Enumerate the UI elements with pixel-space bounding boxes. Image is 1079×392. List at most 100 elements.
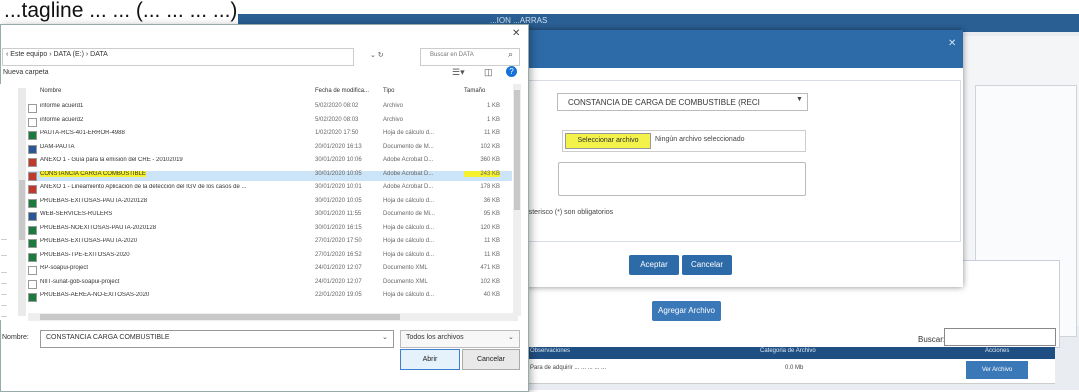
file-row[interactable]: CONSTANCIA CARGA COMBUSTIBLE 30/01/2020 1… [28,170,512,181]
column-header-type[interactable]: Tipo [383,88,394,94]
file-type: Documento de M... [383,143,434,150]
table-cell-obs: Para de adquirir ... ... ... ... ... [530,365,607,371]
file-row[interactable]: PRUEBAS-TPE-EXITOSAS-2020 27/01/2020 16:5… [28,252,512,262]
view-options-icon[interactable]: ☰▾ [452,67,465,78]
file-row[interactable]: PRUEBAS-EXITOSAS-PAUTA-2020128 30/01/2020… [28,198,512,208]
file-type: Documento de Mi... [383,211,436,217]
address-path: ‹ Este equipo › DATA (E:) › DATA [6,51,108,58]
file-date: 30/01/2020 10:05 [315,197,362,204]
file-name: PRUEBAS-EXITOSAS-PAUTA-2020128 [40,197,148,204]
dialog-search-placeholder: Buscar en DATA [430,52,474,58]
file-date: 30/01/2020 10:01 [315,184,362,190]
file-name: informe acuerd2 [40,116,84,123]
file-type: Hoja de cálculo d... [383,292,435,298]
file-date: 22/01/2020 19:05 [315,292,362,298]
column-header-date[interactable]: Fecha de modifica... [315,88,369,94]
file-row[interactable]: informe acuerd1 5/02/2020 08:02 Archivo 1 K… [28,103,512,113]
excel-file-icon [28,198,37,208]
help-icon[interactable]: ? [506,66,517,77]
file-date: 30/01/2020 16:15 [315,224,362,231]
file-list-scroll-thumb[interactable] [514,90,520,210]
file-type: Archivo [383,116,404,123]
chevron-down-icon: ▼ [796,96,803,103]
excel-file-icon [28,293,37,302]
cancel-button[interactable]: Cancelar [682,255,732,275]
file-row[interactable]: PAUTA-RCS-401-ERROR-4988 1/02/2020 17:50 H… [28,130,512,140]
file-name: RP-soapui-project [40,265,89,271]
required-note: e asterisco (*) son obligatorios [519,209,614,216]
file-date: 20/01/2020 16:13 [315,143,362,150]
file-name-label: Nombre: [2,334,29,341]
dialog-cancel-button[interactable]: Cancelar [462,349,520,370]
file-name: ANEXO 1 - Guía para la emisión del CRE -… [40,157,183,163]
file-name: PRUEBAS-NOEXITOSAS-PAUTA-2020128 [40,224,157,231]
file-row[interactable]: ANEXO 1 - Guía para la emisión del CRE -… [28,157,512,167]
search-icon: ⌕ [508,49,514,59]
file-name-value: CONSTANCIA CARGA COMBUSTIBLE [46,334,170,341]
file-row[interactable]: WEB-SERVICES-RULERS 30/01/2020 11:55 Docum… [28,211,512,221]
nav-item[interactable]: ... [1,290,7,297]
file-name: PRUEBAS-AEREA-NO-EXITOSAS-2020 [40,292,150,298]
file-name: CONSTANCIA CARGA COMBUSTIBLE [40,170,146,177]
file-name: PRUEBAS-EXITOSAS-PAUTA-2020 [40,238,138,244]
file-type: Hoja de cálculo d... [383,224,435,231]
file-name: informe acuerd1 [40,103,84,109]
file-type: Hoja de cálculo d... [383,238,435,244]
file-row[interactable]: RP-soapui-project 24/01/2020 12:07 Documen… [28,265,512,275]
open-button[interactable]: Abrir [400,349,460,370]
document-type-select[interactable]: CONSTANCIA DE CARGA DE COMBUSTIBLE (RECI [557,93,808,111]
preview-pane-icon[interactable]: ◫ [484,67,493,78]
table-header-cat: Categoria de Archivo [760,348,816,354]
nav-scroll-thumb[interactable] [19,180,25,240]
nav-item[interactable]: ... [1,251,7,258]
file-row[interactable]: DAM-PAUTA 20/01/2020 16:13 Documento de M.… [28,144,512,154]
observations-textarea[interactable] [558,162,806,196]
refresh-icon[interactable]: ⌄ ↻ [370,51,384,59]
file-name: PAUTA-RCS-401-ERROR-4988 [40,130,125,136]
file-type: Documento XML [383,265,428,271]
file-row[interactable]: PRUEBAS-AEREA-NO-EXITOSAS-2020 22/01/2020… [28,292,512,302]
blank-file-icon [28,117,37,127]
nav-item[interactable]: ... [1,279,7,286]
new-folder-button[interactable]: Nueva carpeta [3,69,49,76]
file-size: 360 KB [480,157,500,163]
table-search-input[interactable] [944,328,1056,346]
file-size: 471 KB [480,265,500,271]
file-size: 11 KB [484,251,500,258]
table-header-actions: Acciones [985,348,1010,354]
file-size: 40 KB [483,292,500,298]
nav-item[interactable]: ... [1,301,7,308]
file-row[interactable]: PRUEBAS-EXITOSAS-PAUTA-2020 27/01/2020 17… [28,238,512,248]
file-date: 24/01/2020 12:07 [315,278,362,285]
file-name: ANEXO 1 - Lineamiento Aplicación de la d… [40,184,247,190]
word-file-icon [28,212,37,221]
column-header-name[interactable]: Nombre [40,88,61,94]
file-row[interactable]: NIIT-sunat-gob-soapui-project 24/01/2020 … [28,279,512,289]
file-row[interactable]: PRUEBAS-NOEXITOSAS-PAUTA-2020128 30/01/20… [28,225,512,235]
close-icon[interactable]: ✕ [948,38,956,49]
file-size: 11 KB [484,238,500,244]
file-name: NIIT-sunat-gob-soapui-project [40,278,120,285]
pdf-file-icon [28,185,37,194]
horizontal-scroll-thumb[interactable] [40,314,400,320]
nav-item[interactable]: ... [1,235,7,242]
view-file-button[interactable]: Ver Archivo [966,361,1028,379]
nav-item[interactable]: ... [1,268,7,275]
file-row[interactable]: informe acuerd2 5/02/2020 08:03 Archivo 1 K… [28,117,512,127]
dialog-close-icon[interactable]: ✕ [512,28,520,39]
file-type: Hoja de cálculo d... [383,251,435,258]
accept-button[interactable]: Aceptar [629,255,679,275]
file-size: 178 KB [480,184,500,190]
file-size: 102 KB [480,278,500,285]
add-file-button[interactable]: Agregar Archivo [652,301,721,321]
file-date: 24/01/2020 12:07 [315,265,362,271]
nav-item[interactable]: ... [1,312,7,319]
word-file-icon [28,144,37,154]
choose-file-button[interactable]: Seleccionar archivo [565,133,651,149]
search-label: Buscar: [918,335,946,344]
file-row[interactable]: ANEXO 1 - Lineamiento Aplicación de la d… [28,184,512,194]
column-header-size[interactable]: Tamaño [464,88,485,94]
chevron-down-icon[interactable]: ⌄ [382,333,388,341]
file-size: 1 KB [486,103,500,109]
chevron-down-icon: ⌄ [508,334,514,341]
